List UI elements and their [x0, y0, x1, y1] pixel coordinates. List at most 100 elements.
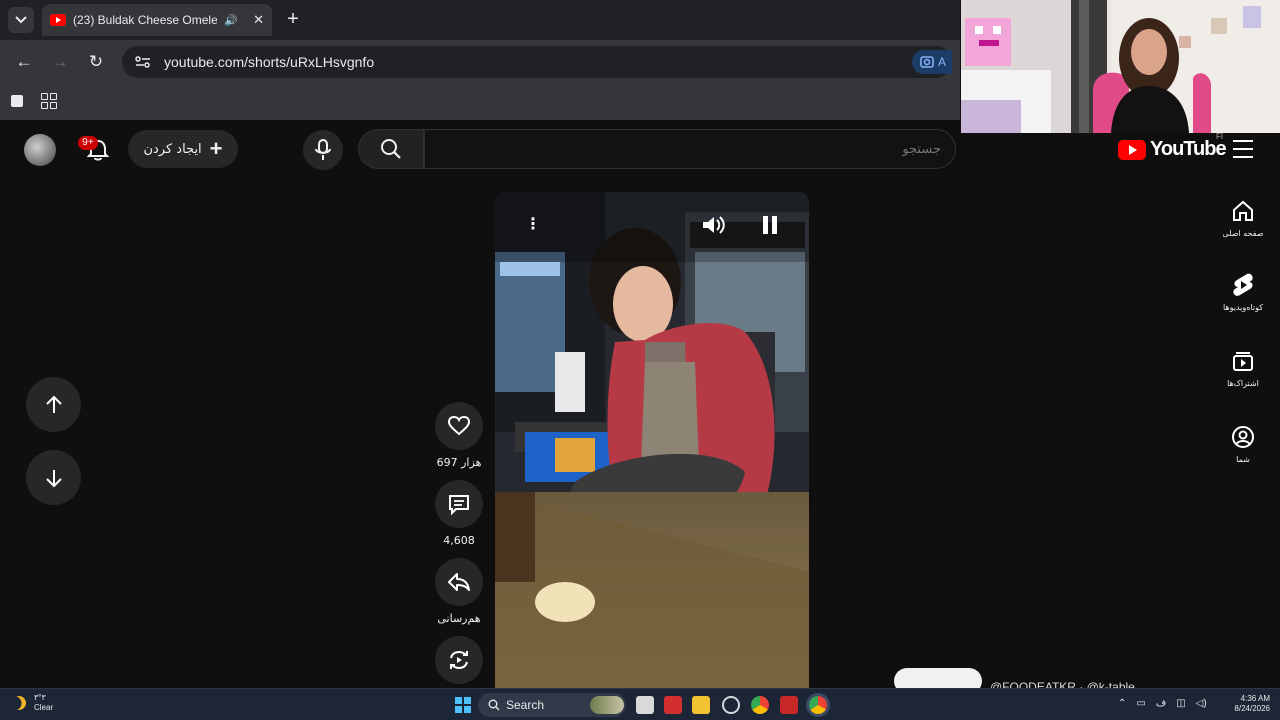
acrobat-icon[interactable]: [664, 696, 682, 714]
remix-action[interactable]: [434, 636, 484, 684]
network-icon[interactable]: ◫: [1176, 698, 1185, 709]
system-tray: ⌃ ▭ ف ◫ ◁): [1118, 698, 1207, 709]
share-icon: [448, 573, 470, 591]
tray-overflow-icon[interactable]: ⌃: [1118, 698, 1126, 709]
share-label: هم‌رسانی: [437, 612, 481, 625]
guide-item-home[interactable]: صفحه اصلی: [1214, 198, 1272, 238]
share-button[interactable]: [435, 558, 483, 606]
shorts-video-player[interactable]: ⋮: [495, 192, 809, 688]
search-icon: [381, 139, 401, 159]
guide-item-shorts[interactable]: کوتاه‌ویدیوها: [1214, 272, 1272, 312]
reload-icon[interactable]: ↻: [84, 50, 108, 74]
bookmark-square-icon[interactable]: [11, 95, 23, 107]
moon-icon: [9, 693, 28, 712]
clock-time: 4:36 AM: [1240, 694, 1270, 703]
home-icon: [1233, 200, 1253, 221]
comment-action[interactable]: 4,608: [434, 480, 484, 547]
apps-grid-icon[interactable]: [41, 93, 57, 109]
like-button[interactable]: [435, 402, 483, 450]
language-icon[interactable]: ف: [1156, 698, 1166, 709]
guide-item-subscriptions[interactable]: اشتراک‌ها: [1214, 348, 1272, 388]
remix-button[interactable]: [435, 636, 483, 684]
weather-desc: Clear: [34, 703, 54, 712]
taskbar-search[interactable]: Search: [478, 693, 626, 717]
chevron-down-icon: [15, 16, 27, 24]
taskbar-search-label: Search: [506, 698, 545, 712]
search-highlight-image: [590, 696, 624, 714]
system-clock[interactable]: 4:36 AM 8/24/2026: [1226, 694, 1270, 714]
youtube-favicon-icon: [50, 14, 66, 26]
guide-label-home: صفحه اصلی: [1222, 229, 1264, 238]
app-red-icon[interactable]: [780, 696, 798, 714]
browser-toolbar: ← → ↻ youtube.com/shorts/uRxLHsvgnfo A: [0, 40, 960, 84]
speaker-icon[interactable]: 🔊: [224, 14, 238, 27]
like-count: 697 هزار: [436, 456, 482, 469]
more-options-icon[interactable]: ⋮: [525, 214, 541, 234]
webcam-feed-image: [961, 0, 1280, 133]
google-lens-button[interactable]: A: [912, 50, 952, 74]
screen: (23) Buldak Cheese Omelet 🔊 ✕ + ← → ↻ yo…: [0, 0, 1280, 720]
notification-badge: 9+: [78, 136, 98, 150]
browser-tab-strip: (23) Buldak Cheese Omelet 🔊 ✕ +: [0, 0, 960, 40]
pause-icon[interactable]: [763, 216, 777, 234]
settings-gear-icon[interactable]: [722, 696, 740, 714]
webcam-overlay: [961, 0, 1280, 133]
bookmarks-bar: [0, 84, 960, 120]
chrome-icon[interactable]: [751, 696, 769, 714]
shorts-icon: [1233, 273, 1253, 296]
arrow-down-icon: [45, 469, 62, 487]
previous-short-button[interactable]: [26, 377, 81, 432]
new-tab-button[interactable]: +: [282, 9, 304, 31]
lens-label: A: [938, 55, 947, 69]
youtube-wordmark: YouTube: [1150, 138, 1227, 160]
volume-icon[interactable]: [701, 214, 727, 236]
tab-title: (23) Buldak Cheese Omelet: [73, 13, 218, 27]
comments-button[interactable]: [435, 480, 483, 528]
heart-icon: [448, 416, 470, 436]
search-input[interactable]: [424, 129, 956, 169]
youtube-play-icon: [1118, 139, 1146, 160]
back-arrow-icon[interactable]: ←: [12, 50, 36, 74]
create-button[interactable]: ایجاد کردن +: [128, 130, 238, 168]
search-button[interactable]: [358, 129, 424, 169]
comment-count: 4,608: [443, 534, 475, 547]
windows-start-icon[interactable]: [455, 697, 471, 713]
next-short-button[interactable]: [26, 450, 81, 505]
share-action[interactable]: هم‌رسانی: [434, 558, 484, 625]
chrome-active-icon[interactable]: [809, 696, 827, 714]
like-action[interactable]: 697 هزار: [434, 402, 484, 469]
you-icon: [1232, 426, 1254, 448]
comment-icon: [449, 495, 469, 515]
url-text: youtube.com/shorts/uRxLHsvgnfo: [164, 54, 375, 70]
keyboard-icon[interactable]: ▭: [1136, 698, 1145, 709]
tab-search-button[interactable]: [8, 7, 34, 33]
create-label: ایجاد کردن: [143, 141, 202, 157]
windows-taskbar: ۳°۳ Clear Search ⌃ ▭ ف ◫ ◁) 4:36 AM 8/24…: [0, 688, 1280, 720]
microphone-icon: [315, 139, 331, 160]
address-bar[interactable]: youtube.com/shorts/uRxLHsvgnfo A: [122, 46, 952, 78]
arrow-up-icon: [45, 395, 62, 413]
voice-search-button[interactable]: [303, 130, 343, 170]
site-settings-icon[interactable]: [134, 55, 152, 69]
video-frame-image: [495, 192, 809, 688]
file-explorer-icon[interactable]: [692, 696, 710, 714]
guide-label-shorts: کوتاه‌ویدیوها: [1222, 303, 1264, 312]
plus-icon: +: [209, 136, 223, 161]
account-avatar[interactable]: [24, 134, 56, 166]
guide-label-you: شما: [1236, 455, 1250, 464]
weather-temp: ۳°۳: [34, 693, 46, 702]
volume-tray-icon[interactable]: ◁): [1196, 698, 1207, 709]
guide-item-you[interactable]: شما: [1214, 424, 1272, 464]
clock-date: 8/24/2026: [1234, 704, 1270, 713]
browser-tab-active[interactable]: (23) Buldak Cheese Omelet 🔊 ✕: [42, 4, 272, 36]
search-icon: [488, 699, 500, 711]
guide-label-subscriptions: اشتراک‌ها: [1227, 379, 1259, 388]
weather-widget[interactable]: ۳°۳ Clear: [12, 693, 53, 713]
subscriptions-icon: [1233, 352, 1253, 371]
close-tab-icon[interactable]: ✕: [253, 12, 264, 28]
menu-hamburger-icon[interactable]: [1233, 140, 1253, 158]
youtube-logo[interactable]: YouTube FI: [1118, 132, 1227, 161]
remix-icon: [450, 650, 468, 670]
task-view-icon[interactable]: [636, 696, 654, 714]
forward-arrow-icon[interactable]: →: [48, 50, 72, 74]
